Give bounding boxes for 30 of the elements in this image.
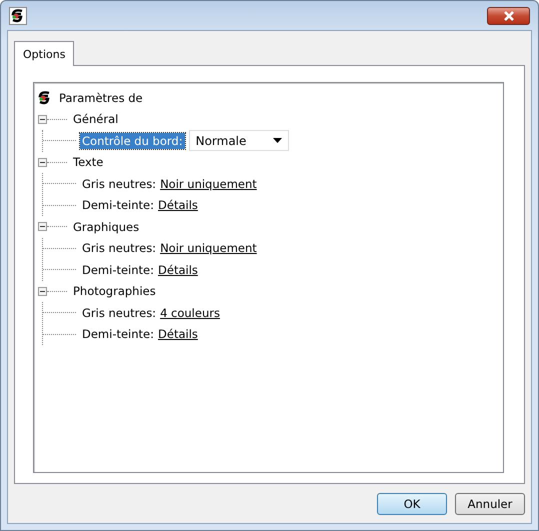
- dropdown-arrow-icon: [272, 138, 282, 144]
- tree-group-label[interactable]: Graphiques: [71, 218, 142, 235]
- setting-link[interactable]: Détails: [158, 198, 198, 212]
- setting-label: Gris neutres:: [81, 240, 158, 256]
- setting-label: Gris neutres:: [81, 176, 158, 192]
- collapse-icon[interactable]: [38, 114, 47, 124]
- tree-root-label: Paramètres de: [58, 90, 144, 106]
- setting-label: Demi-teinte:: [81, 197, 156, 214]
- tab[interactable]: Options: [14, 41, 74, 66]
- dialog-button[interactable]: Annuler: [455, 493, 525, 515]
- setting-label: Demi-teinte:: [81, 262, 156, 278]
- collapse-icon[interactable]: [38, 286, 47, 296]
- setting-label: Demi-teinte:: [81, 326, 156, 342]
- setting-link[interactable]: Noir uniquement: [160, 176, 257, 191]
- collapse-icon[interactable]: [38, 222, 47, 232]
- setting-link[interactable]: 4 couleurs: [160, 306, 220, 320]
- tree-group-label[interactable]: Texte: [71, 154, 106, 170]
- setting-link[interactable]: Détails: [158, 327, 198, 342]
- close-icon: [502, 10, 514, 20]
- setting-label[interactable]: Contrôle du bord:: [80, 132, 185, 149]
- close-button[interactable]: [487, 6, 530, 24]
- setting-link[interactable]: Détails: [158, 262, 198, 277]
- tree-group-label[interactable]: Photographies: [71, 283, 158, 300]
- tree-group-label[interactable]: Général: [71, 111, 120, 128]
- setting-link[interactable]: Noir uniquement: [160, 241, 257, 256]
- dialog-button[interactable]: OK: [377, 493, 447, 515]
- dropdown[interactable]: Normale: [188, 130, 289, 152]
- app-logo-icon: [9, 6, 27, 24]
- setting-label: Gris neutres:: [81, 304, 158, 321]
- collapse-icon[interactable]: [38, 158, 47, 167]
